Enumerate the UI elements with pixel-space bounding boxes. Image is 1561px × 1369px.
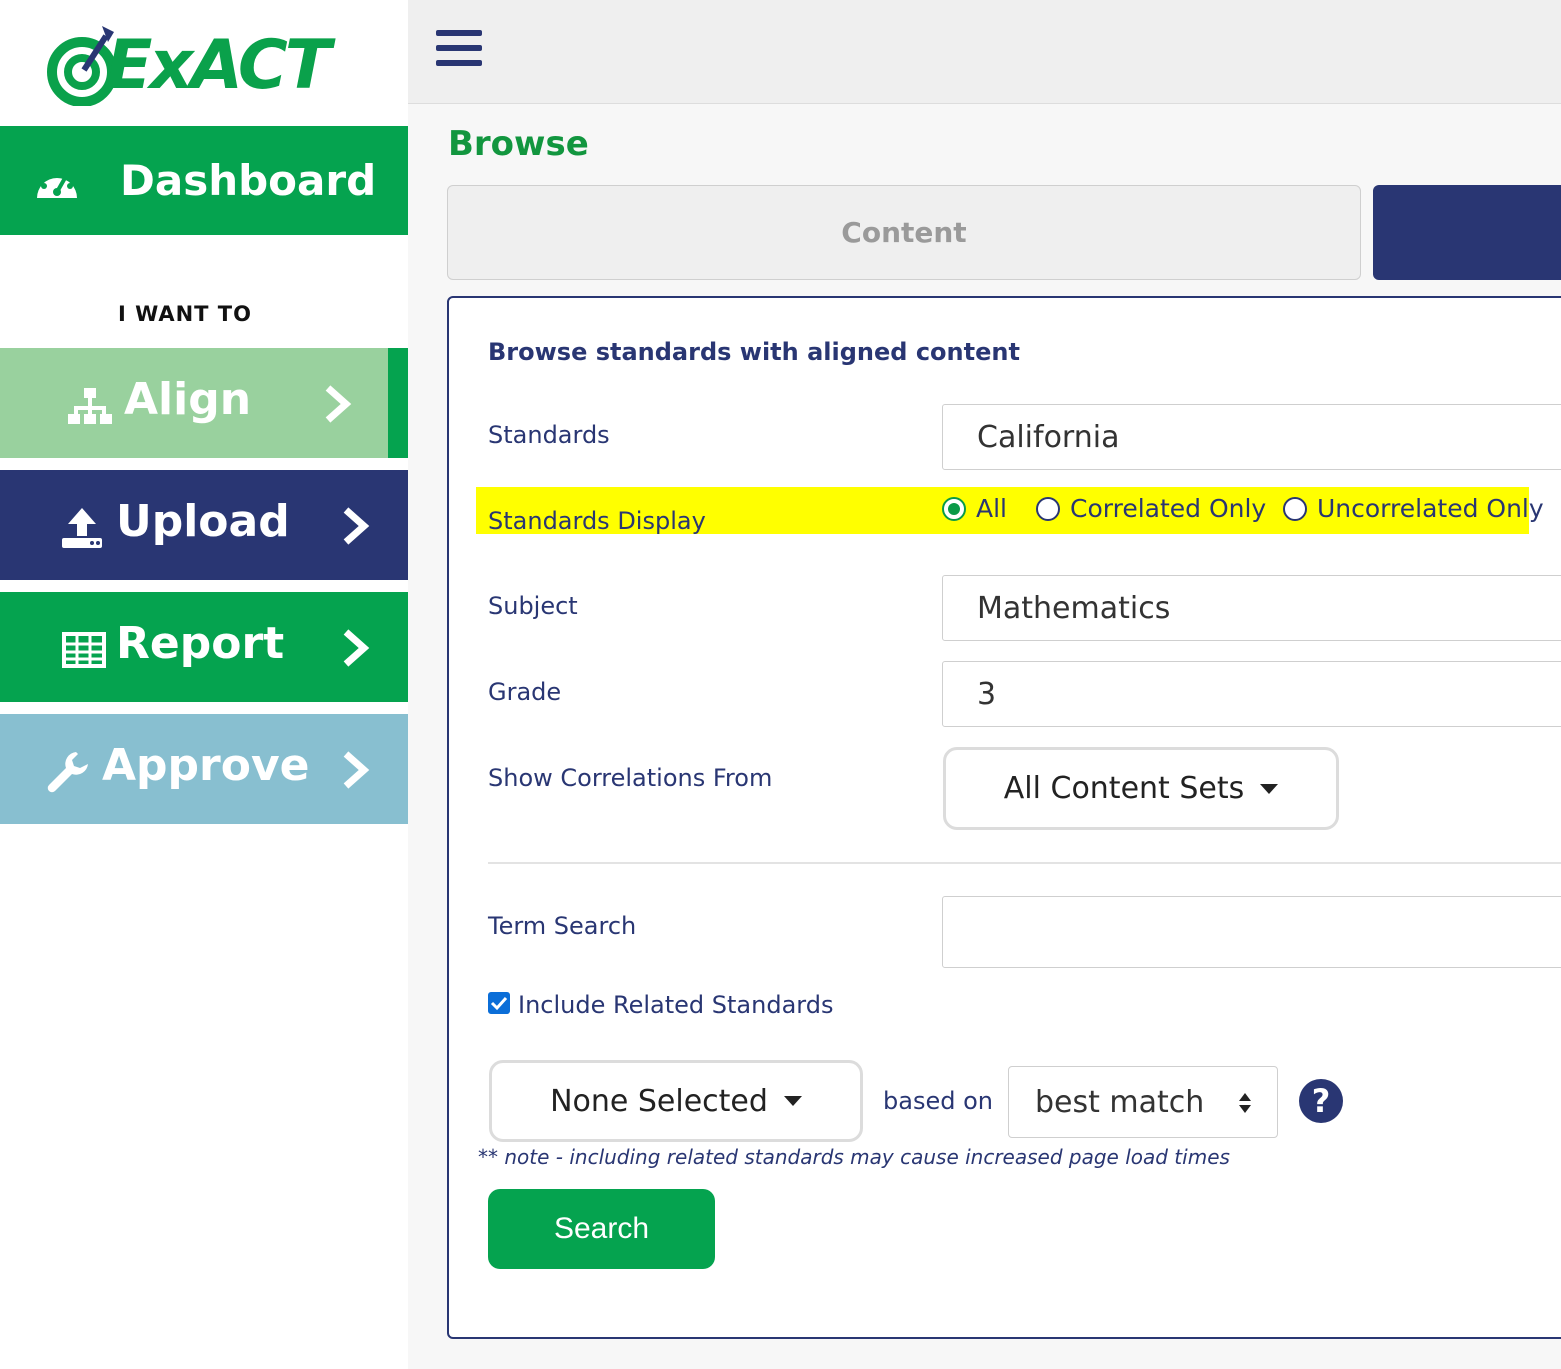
term-search-label: Term Search <box>488 912 637 940</box>
sidebar-item-align[interactable]: Align <box>0 348 408 458</box>
radio-button-selected[interactable] <box>942 496 966 521</box>
sidebar: ExACT Dashboard I WANT TO Align Upload R… <box>0 0 408 1369</box>
sidebar-item-upload[interactable]: Upload <box>0 470 408 580</box>
page-title: Browse <box>448 124 589 164</box>
grade-value: 3 <box>977 676 997 712</box>
radio-correlated-only[interactable]: Correlated Only <box>1036 494 1266 523</box>
related-standards-dropdown[interactable]: None Selected <box>489 1060 863 1142</box>
hamburger-menu-icon[interactable] <box>436 30 482 70</box>
align-label: Align <box>124 374 252 425</box>
chevron-right-icon <box>343 751 370 789</box>
dashboard-label: Dashboard <box>120 156 377 205</box>
tab-standards[interactable] <box>1373 185 1561 280</box>
gauge-icon <box>37 173 77 198</box>
radio-all[interactable]: All <box>942 494 1007 523</box>
exact-logo[interactable]: ExACT <box>46 14 336 110</box>
search-button[interactable]: Search <box>488 1189 715 1269</box>
related-select-value: None Selected <box>550 1083 768 1119</box>
radio-correlated-label: Correlated Only <box>1070 494 1267 523</box>
content-sets-dropdown[interactable]: All Content Sets <box>943 747 1339 830</box>
caret-down-icon <box>783 1096 802 1106</box>
standards-display-label: Standards Display <box>488 507 706 535</box>
logo-wordmark: ExACT <box>106 26 331 105</box>
chevron-right-icon <box>325 385 352 423</box>
approve-label: Approve <box>102 740 310 791</box>
sidebar-item-approve[interactable]: Approve <box>0 714 408 824</box>
include-related-checkbox[interactable] <box>488 992 510 1014</box>
table-icon <box>62 632 106 668</box>
grade-select[interactable]: 3 <box>942 661 1561 727</box>
match-type-select[interactable]: best match <box>1008 1066 1278 1138</box>
radio-uncorrelated-label: Uncorrelated Only <box>1317 494 1544 523</box>
sort-updown-icon <box>1239 1093 1251 1113</box>
standards-label: Standards <box>488 421 610 449</box>
chevron-right-icon <box>343 507 370 545</box>
radio-button[interactable] <box>1283 496 1307 521</box>
match-type-value: best match <box>1035 1084 1205 1120</box>
subject-label: Subject <box>488 592 578 620</box>
page-load-note: ** note - including related standards ma… <box>478 1145 1230 1169</box>
radio-uncorrelated-only[interactable]: Uncorrelated Only <box>1283 494 1544 523</box>
standards-select[interactable]: California <box>942 404 1561 470</box>
radio-button[interactable] <box>1036 496 1060 521</box>
upload-label: Upload <box>116 496 290 547</box>
grade-label: Grade <box>488 678 562 706</box>
content-sets-value: All Content Sets <box>1003 771 1245 806</box>
radio-all-label: All <box>976 494 1007 523</box>
panel-heading: Browse standards with aligned content <box>488 338 1020 366</box>
term-search-input[interactable] <box>942 896 1561 968</box>
divider <box>488 862 1561 864</box>
caret-down-icon <box>1260 783 1279 794</box>
subject-value: Mathematics <box>977 590 1171 626</box>
report-label: Report <box>116 618 285 669</box>
chevron-right-icon <box>343 629 370 667</box>
active-stripe <box>388 348 408 458</box>
section-title: I WANT TO <box>118 302 252 326</box>
sidebar-item-report[interactable]: Report <box>0 592 408 702</box>
wrench-icon <box>47 752 88 793</box>
subject-select[interactable]: Mathematics <box>942 575 1561 641</box>
upload-icon <box>62 508 102 548</box>
based-on-label: based on <box>883 1087 993 1115</box>
top-bar <box>408 0 1561 104</box>
help-icon[interactable]: ? <box>1299 1079 1343 1123</box>
checkmark-icon <box>490 996 508 1011</box>
show-correlations-label: Show Correlations From <box>488 764 773 792</box>
sitemap-icon <box>68 388 112 424</box>
standards-value: California <box>977 419 1120 455</box>
sidebar-item-dashboard[interactable]: Dashboard <box>0 126 408 235</box>
tab-content[interactable]: Content <box>447 185 1361 280</box>
include-related-label[interactable]: Include Related Standards <box>518 991 833 1019</box>
